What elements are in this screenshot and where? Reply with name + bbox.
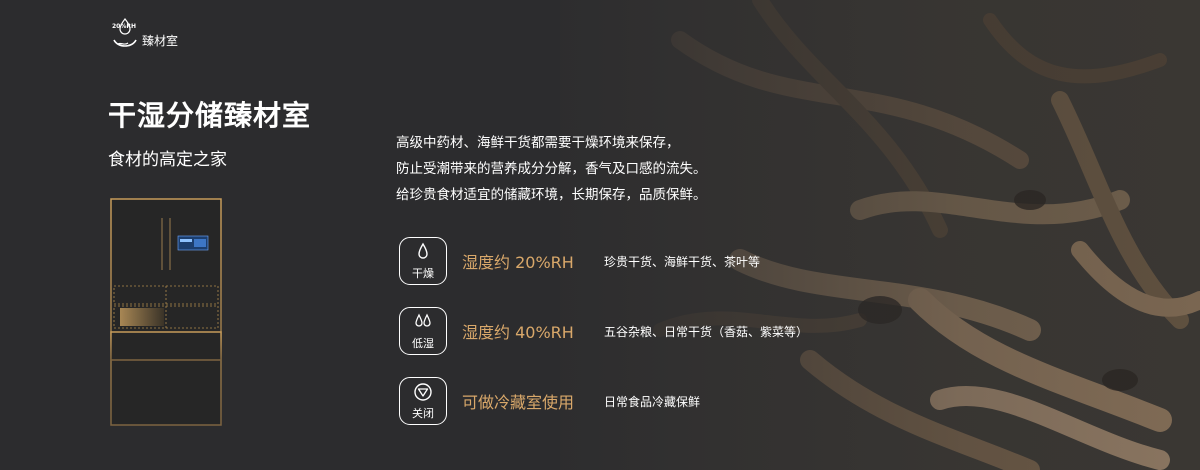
mode-label: 关闭	[412, 407, 434, 420]
mode-title: 可做冷藏室使用	[462, 393, 575, 412]
promo-banner: 20%RH 臻材室 干湿分储臻材室 食材的高定之家 高级中药材、海鲜干货都需要干…	[0, 0, 1200, 470]
logo-name: 臻材室	[142, 33, 179, 48]
mode-title: 湿度约 40%RH	[462, 323, 574, 342]
mode-description: 日常食品冷藏保鲜	[604, 394, 701, 409]
mode-description: 珍贵干货、海鲜干货、茶叶等	[604, 254, 761, 269]
mode-description: 五谷杂粮、日常干货（香菇、紫菜等）	[604, 324, 809, 339]
mode-badge: 干燥	[399, 237, 447, 285]
page-subtitle: 食材的高定之家	[108, 150, 227, 170]
feature-description: 高级中药材、海鲜干货都需要干燥环境来保存， 防止受潮带来的营养成分分解，香气及口…	[396, 130, 707, 208]
double-drop-icon	[415, 313, 431, 327]
refrigerator-illustration	[110, 198, 222, 426]
brand-logo: 20%RH 臻材室	[112, 18, 178, 52]
logo-rh-label: 20%RH	[112, 23, 137, 30]
mode-label: 低湿	[412, 337, 434, 350]
mode-off: 关闭 可做冷藏室使用 日常食品冷藏保鲜	[399, 377, 700, 425]
description-line: 高级中药材、海鲜干货都需要干燥环境来保存，	[396, 135, 680, 151]
description-line: 给珍贵食材适宜的储藏环境，长期保存，品质保鲜。	[396, 187, 707, 203]
mode-badge: 关闭	[399, 377, 447, 425]
mode-title: 湿度约 20%RH	[462, 253, 574, 272]
mode-dry: 干燥 湿度约 20%RH 珍贵干货、海鲜干货、茶叶等	[399, 237, 760, 285]
mode-low-humidity: 低湿 湿度约 40%RH 五谷杂粮、日常干货（香菇、紫菜等）	[399, 307, 808, 355]
page-title: 干湿分储臻材室	[108, 99, 312, 132]
single-drop-icon	[418, 242, 428, 259]
description-line: 防止受潮带来的营养成分分解，香气及口感的流失。	[396, 161, 707, 177]
power-off-icon	[414, 383, 432, 401]
mode-badge: 低湿	[399, 307, 447, 355]
mode-label: 干燥	[412, 267, 434, 280]
